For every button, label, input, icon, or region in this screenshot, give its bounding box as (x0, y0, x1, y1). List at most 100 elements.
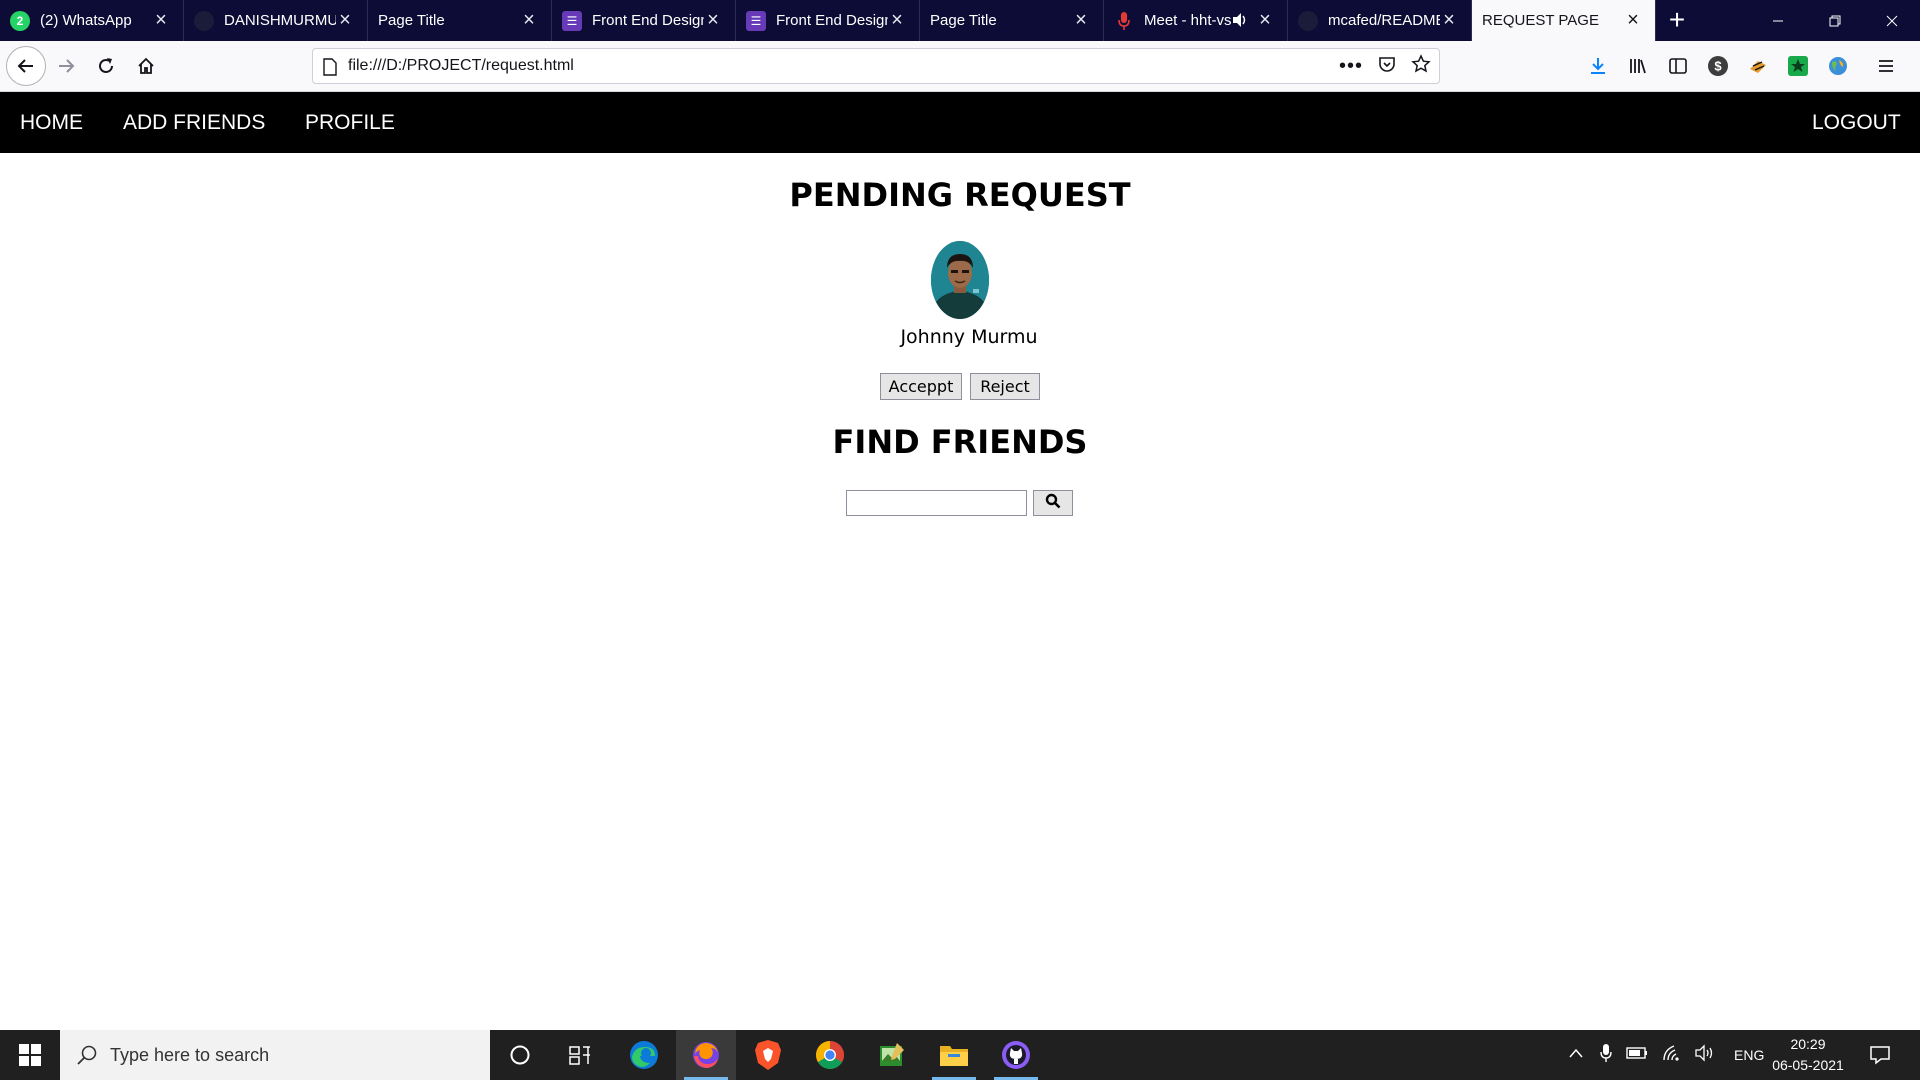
github-desktop-icon[interactable] (986, 1030, 1046, 1080)
clock-time: 20:29 (1790, 1036, 1826, 1052)
tab-title: mcafed/README (1328, 12, 1440, 29)
reload-icon[interactable] (88, 48, 124, 84)
reject-button[interactable]: Reject (970, 373, 1040, 400)
page-content: HOME ADD FRIENDS PROFILE LOGOUT PENDING … (0, 92, 1920, 1030)
url-actions: ••• (1339, 49, 1431, 83)
search-input[interactable] (846, 490, 1027, 516)
tab-title: REQUEST PAGE (1482, 12, 1599, 29)
firefox-icon[interactable] (676, 1030, 736, 1080)
tab-meet[interactable]: Meet - hht-vs × (1104, 0, 1288, 41)
close-icon[interactable]: × (151, 10, 171, 30)
tab-front-end-design-1[interactable]: ☰ Front End Design × (552, 0, 736, 41)
sidebar-icon[interactable] (1664, 52, 1692, 80)
taskbar-search-placeholder: Type here to search (110, 1045, 270, 1065)
tab-request-page[interactable]: REQUEST PAGE × (1472, 0, 1656, 41)
tab-title: Front End Design (592, 12, 704, 29)
download-icon[interactable] (1584, 52, 1612, 80)
whatsapp-icon: 2 (10, 10, 30, 31)
tab-page-title-2[interactable]: Page Title × (920, 0, 1104, 41)
close-icon[interactable]: × (1439, 10, 1459, 30)
close-icon[interactable]: × (1623, 10, 1643, 30)
close-icon[interactable]: × (887, 10, 907, 30)
restore-button[interactable] (1806, 0, 1863, 41)
edge-icon[interactable] (614, 1030, 674, 1080)
tab-title: Page Title (378, 12, 445, 29)
tab-title: (2) WhatsApp (40, 12, 132, 29)
tab-whatsapp[interactable]: 2 (2) WhatsApp × (0, 0, 184, 41)
github-icon (194, 10, 214, 31)
friend-name: Johnny Murmu (900, 326, 1038, 348)
close-icon[interactable]: × (1255, 10, 1275, 30)
extension-globe-icon[interactable] (1824, 52, 1852, 80)
accept-button[interactable]: Acceppt (880, 373, 962, 400)
github-icon (1298, 10, 1318, 31)
taskbar-search-box[interactable]: Type here to search (60, 1030, 490, 1080)
back-button[interactable] (6, 46, 46, 86)
tab-title: Page Title (930, 12, 997, 29)
pending-request-heading: PENDING REQUEST (789, 176, 1131, 214)
task-view-icon[interactable] (550, 1030, 610, 1080)
menu-icon[interactable] (1872, 52, 1900, 80)
pocket-icon[interactable] (1377, 54, 1397, 79)
search-button[interactable] (1033, 490, 1073, 516)
tab-github-mcafed[interactable]: mcafed/README × (1288, 0, 1472, 41)
chevron-up-icon[interactable] (1568, 1046, 1584, 1064)
close-icon[interactable]: × (1071, 10, 1091, 30)
tab-strip: 2 (2) WhatsApp × DANISHMURMU × Page Titl… (0, 0, 1920, 41)
search-icon (1045, 493, 1061, 514)
url-text[interactable]: file:///D:/PROJECT/request.html (348, 57, 574, 75)
chrome-icon[interactable] (800, 1030, 860, 1080)
speaker-icon[interactable] (1231, 11, 1249, 29)
wifi-icon[interactable] (1662, 1044, 1682, 1067)
navigation-toolbar: file:///D:/PROJECT/request.html ••• $ (0, 41, 1920, 92)
volume-icon[interactable] (1694, 1043, 1716, 1067)
cortana-icon[interactable] (490, 1030, 550, 1080)
clock[interactable]: 20:29 06-05-2021 (1760, 1034, 1856, 1076)
extension-s-icon[interactable]: $ (1704, 52, 1732, 80)
new-tab-button[interactable]: + (1656, 0, 1698, 41)
tab-github-danishmurmu[interactable]: DANISHMURMU × (184, 0, 368, 41)
tab-title: DANISHMURMU (224, 12, 336, 29)
system-tray: ENG (1568, 1030, 1764, 1080)
file-explorer-icon[interactable] (924, 1030, 984, 1080)
windows-logo-icon (19, 1044, 41, 1066)
tab-page-title[interactable]: Page Title × (368, 0, 552, 41)
toolbar-icons: $ (1584, 48, 1900, 84)
close-window-button[interactable] (1863, 0, 1920, 41)
close-icon[interactable]: × (519, 10, 539, 30)
home-icon[interactable] (128, 48, 164, 84)
battery-icon[interactable] (1626, 1046, 1648, 1065)
avatar (931, 241, 989, 319)
microphone-icon (1114, 11, 1134, 31)
tab-title: Meet - hht-vs (1144, 12, 1232, 29)
forward-button[interactable] (48, 48, 84, 84)
page-actions-icon[interactable]: ••• (1339, 55, 1363, 78)
library-icon[interactable] (1624, 52, 1652, 80)
minimize-button[interactable] (1749, 0, 1806, 41)
start-button[interactable] (0, 1030, 60, 1080)
site-navbar: HOME ADD FRIENDS PROFILE LOGOUT (0, 92, 1920, 153)
window-controls (1749, 0, 1920, 41)
find-friends-heading: FIND FRIENDS (832, 423, 1088, 461)
screen: 2 (2) WhatsApp × DANISHMURMU × Page Titl… (0, 0, 1920, 1080)
nav-logout-link[interactable]: LOGOUT (1812, 92, 1901, 153)
forms-icon: ☰ (746, 10, 766, 31)
bookmark-star-icon[interactable] (1411, 53, 1431, 79)
close-icon[interactable]: × (335, 10, 355, 30)
search-icon (76, 1044, 98, 1071)
svg-text:$: $ (1714, 59, 1722, 74)
notification-center-icon[interactable] (1852, 1030, 1908, 1080)
microphone-icon[interactable] (1600, 1043, 1612, 1068)
nav-add-friends-link[interactable]: ADD FRIENDS (123, 92, 265, 153)
brave-icon[interactable] (738, 1030, 798, 1080)
clock-date: 06-05-2021 (1772, 1057, 1844, 1073)
close-icon[interactable]: × (703, 10, 723, 30)
extension-green-icon[interactable] (1784, 52, 1812, 80)
url-bar[interactable]: file:///D:/PROJECT/request.html ••• (312, 48, 1440, 84)
tab-front-end-design-2[interactable]: ☰ Front End Design × (736, 0, 920, 41)
nav-home-link[interactable]: HOME (20, 92, 83, 153)
taskbar: Type here to search ENG 20:29 06-05-2021 (0, 1030, 1920, 1080)
nav-profile-link[interactable]: PROFILE (305, 92, 395, 153)
photo-app-icon[interactable] (862, 1030, 922, 1080)
extension-shield-icon[interactable] (1744, 52, 1772, 80)
